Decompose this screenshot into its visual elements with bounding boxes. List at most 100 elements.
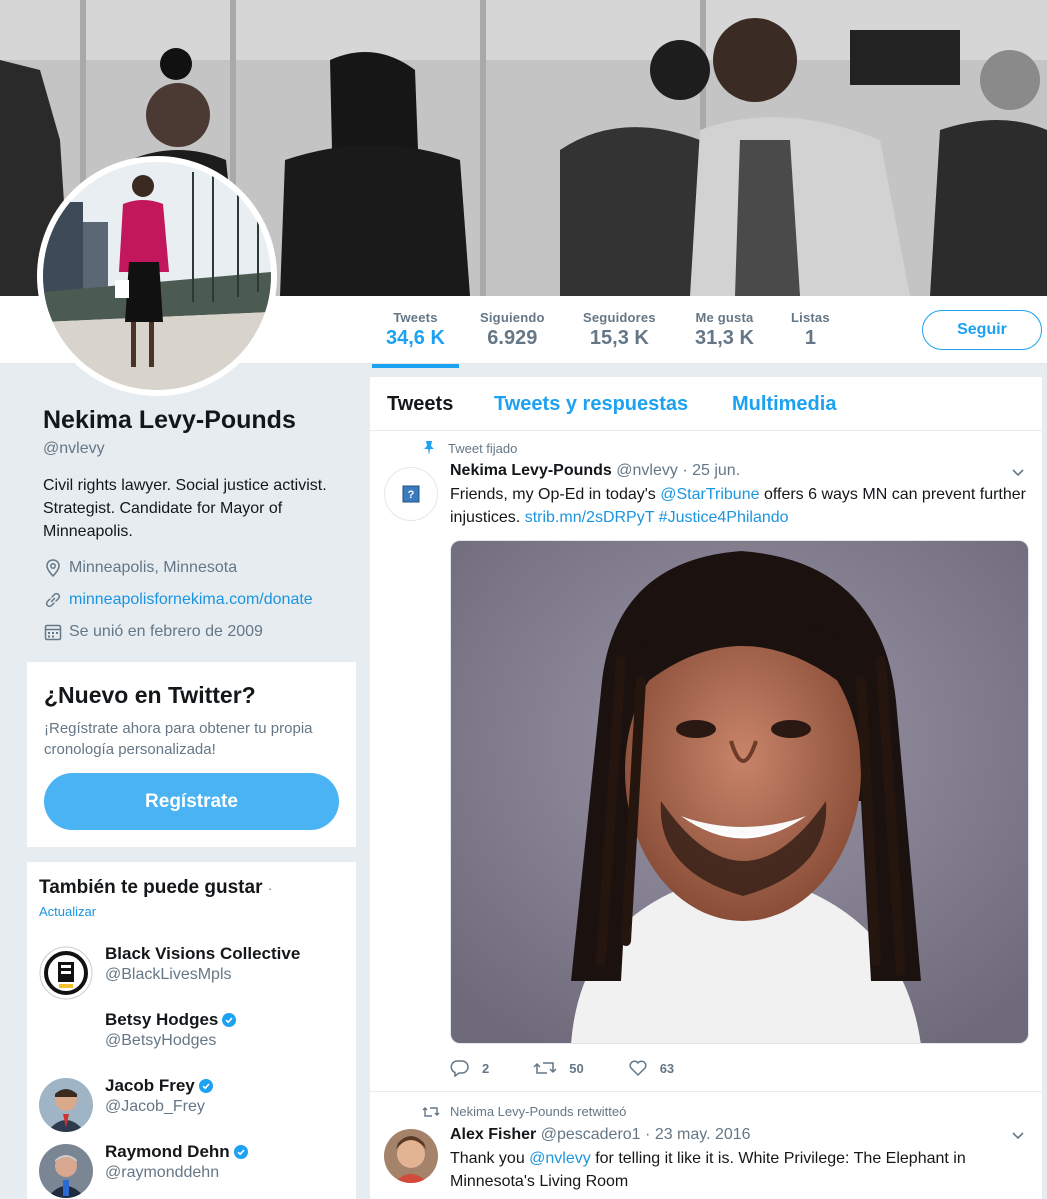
suggestion-handle: @BetsyHodges (105, 1032, 217, 1049)
suggestion-item[interactable]: Jacob Frey @Jacob_Frey (39, 1076, 349, 1132)
retweet-label: Nekima Levy-Pounds retwitteó (450, 1104, 627, 1119)
profile-joined: Se unió en febrero de 2009 (43, 622, 263, 642)
tweet-date[interactable]: 25 jun. (692, 462, 740, 479)
tweet-mention[interactable]: @nvlevy (529, 1150, 591, 1167)
tweet-author-name[interactable]: Alex Fisher (450, 1126, 536, 1143)
avatar[interactable] (39, 946, 93, 1000)
profile-website: minneapolisfornekima.com/donate (43, 590, 313, 610)
suggestion-name: Raymond Dehn (105, 1142, 248, 1162)
reply-action[interactable]: 2 (450, 1059, 489, 1077)
stat-lists[interactable]: Listas 1 (791, 310, 830, 350)
tweet-author-avatar[interactable] (384, 1129, 438, 1183)
suggestion-item[interactable]: Black Visions Collective @BlackLivesMpls (39, 944, 349, 1000)
timeline: Tweets Tweets y respuestas Multimedia Tw… (370, 377, 1042, 1199)
timeline-tabs: Tweets Tweets y respuestas Multimedia (370, 377, 1042, 431)
avatar[interactable] (39, 1078, 93, 1132)
tweet-header: Alex Fisher @pescadero1 · 23 may. 2016 (450, 1126, 751, 1144)
pinned-label: Tweet fijado (448, 440, 518, 456)
tab-media[interactable]: Multimedia (732, 393, 836, 416)
location-text: Minneapolis, Minnesota (69, 559, 238, 576)
tweet-author-avatar[interactable]: ? (384, 467, 438, 521)
tweet-author-name[interactable]: Nekima Levy-Pounds (450, 462, 612, 479)
like-action[interactable]: 63 (628, 1059, 674, 1077)
tweet-text: Thank you @nvlevy for telling it like it… (450, 1147, 1030, 1193)
retweet-context: Nekima Levy-Pounds retwitteó (422, 1104, 626, 1119)
retweet-count: 50 (569, 1060, 584, 1076)
website-link[interactable]: minneapolisfornekima.com/donate (69, 591, 313, 609)
tweet-separator: · (645, 1126, 651, 1143)
avatar[interactable] (39, 1144, 93, 1198)
stat-label: Listas (791, 310, 830, 325)
chevron-down-icon[interactable] (1011, 1129, 1025, 1143)
svg-text:?: ? (408, 489, 415, 501)
suggestion-handle: @BlackLivesMpls (105, 966, 232, 983)
avatar-photo (43, 162, 271, 390)
chevron-down-icon[interactable] (1011, 466, 1025, 480)
profile-location: Minneapolis, Minnesota (43, 558, 237, 578)
tweet-media-image[interactable] (450, 540, 1029, 1044)
suggestions-card: También te puede gustar · Actualizar Bla… (27, 862, 356, 1199)
verified-badge-icon (198, 1079, 213, 1093)
portrait-photo (451, 541, 1028, 1043)
tweet-text-part: Friends, my Op-Ed in today's (450, 486, 661, 503)
retweet-action[interactable]: 50 (533, 1059, 584, 1077)
suggestion-name: Black Visions Collective (105, 944, 300, 964)
signup-text: ¡Regístrate ahora para obtener tu propia… (44, 720, 313, 758)
suggestion-handle: @raymonddehn (105, 1164, 220, 1181)
link-icon (43, 590, 63, 610)
stat-value: 15,3 K (589, 327, 649, 349)
stat-tweets[interactable]: Tweets 34,6 K (372, 310, 459, 368)
suggestion-name-text: Raymond Dehn (105, 1142, 230, 1161)
joined-text: Se unió en febrero de 2009 (69, 623, 263, 640)
avatar[interactable] (39, 1012, 93, 1066)
suggestion-item[interactable]: Betsy Hodges @BetsyHodges (39, 1010, 349, 1066)
title-separator: · (267, 880, 273, 896)
suggestions-title-text: También te puede gustar (39, 877, 263, 898)
suggestion-name: Jacob Frey (105, 1076, 213, 1096)
stat-label: Tweets (393, 310, 438, 325)
refresh-link[interactable]: Actualizar (39, 904, 96, 919)
stat-value: 1 (804, 327, 816, 349)
tweet-divider (370, 1091, 1042, 1092)
suggestion-name: Betsy Hodges (105, 1010, 237, 1030)
follow-button[interactable]: Seguir (922, 310, 1042, 350)
stat-likes[interactable]: Me gusta 31,3 K (695, 310, 754, 350)
signup-button[interactable]: Regístrate (44, 773, 339, 830)
location-pin-icon (43, 558, 63, 578)
tweet-text: Friends, my Op-Ed in today's @StarTribun… (450, 483, 1030, 529)
pin-icon (424, 441, 434, 455)
stat-label: Siguiendo (480, 310, 545, 325)
profile-handle: @nvlevy (43, 440, 105, 457)
calendar-icon (43, 622, 63, 642)
profile-name: Nekima Levy-Pounds (43, 406, 296, 434)
profile-avatar[interactable] (37, 156, 277, 396)
suggestions-title: También te puede gustar · (39, 877, 272, 899)
tweet-hashtag[interactable]: #Justice4Philando (659, 509, 789, 526)
tab-tweets[interactable]: Tweets (387, 393, 453, 416)
signup-card: ¿Nuevo en Twitter? ¡Regístrate ahora par… (27, 662, 356, 847)
stat-followers[interactable]: Seguidores 15,3 K (583, 310, 656, 350)
tweet-author-handle[interactable]: @nvlevy (616, 462, 678, 479)
verified-badge-icon (233, 1145, 248, 1159)
suggestion-item[interactable]: Raymond Dehn @raymonddehn (39, 1142, 349, 1198)
pinned-context: Tweet fijado (422, 440, 517, 456)
tweet-header: Nekima Levy-Pounds @nvlevy · 25 jun. (450, 462, 740, 480)
tweet-separator: · (682, 462, 688, 479)
tweet-author-handle[interactable]: @pescadero1 (541, 1126, 641, 1143)
reply-count: 2 (482, 1060, 490, 1076)
tweet-date[interactable]: 23 may. 2016 (655, 1126, 751, 1143)
stat-value: 31,3 K (695, 327, 754, 349)
tweet-actions: 2 50 63 (450, 1059, 718, 1077)
suggestion-name-text: Black Visions Collective (105, 944, 301, 963)
stat-label: Me gusta (695, 310, 754, 325)
tweet-link[interactable]: strib.mn/2sDRPyT (525, 509, 655, 526)
tab-tweets-replies[interactable]: Tweets y respuestas (494, 393, 688, 416)
reply-icon (450, 1060, 469, 1077)
profile-bio: Civil rights lawyer. Social justice acti… (43, 477, 327, 540)
like-count: 63 (659, 1060, 675, 1076)
tweet-mention[interactable]: @StarTribune (660, 486, 759, 503)
broken-image-icon: ? (402, 485, 420, 503)
suggestion-name-text: Jacob Frey (105, 1076, 195, 1095)
stat-value: 6.929 (487, 327, 538, 349)
stat-following[interactable]: Siguiendo 6.929 (480, 310, 545, 350)
